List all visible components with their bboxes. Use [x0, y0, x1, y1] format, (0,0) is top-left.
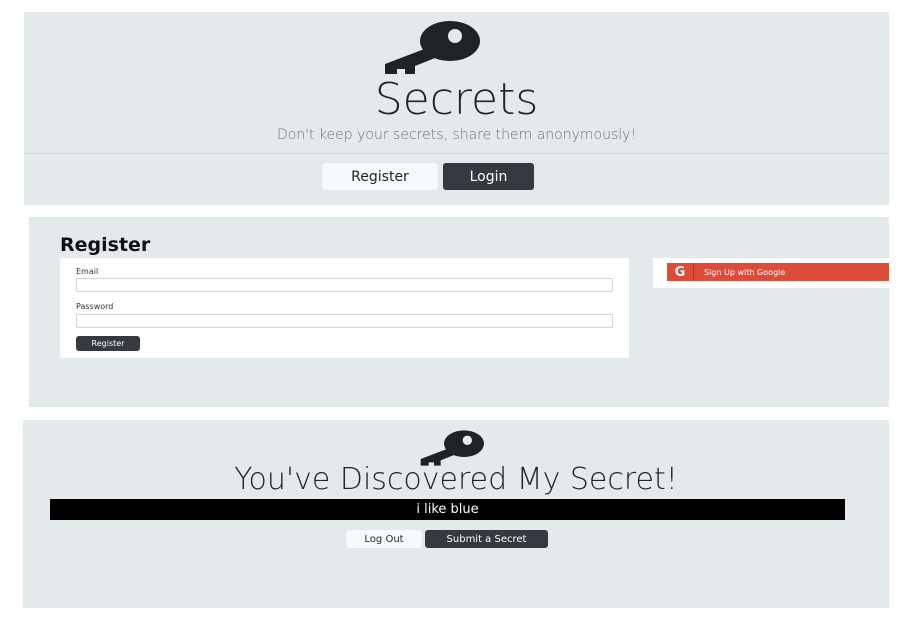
email-label: Email: [76, 267, 99, 276]
secret-text: i like blue: [50, 499, 845, 520]
logout-button[interactable]: Log Out: [346, 530, 422, 548]
login-button[interactable]: Login: [443, 163, 534, 190]
register-submit-button[interactable]: Register: [76, 336, 140, 351]
home-panel: Secrets Don't keep your secrets, share t…: [24, 12, 889, 205]
password-label: Password: [76, 302, 114, 311]
key-icon: [420, 430, 484, 466]
google-signup-label: Sign Up with Google: [704, 267, 786, 277]
page-title: Secrets: [374, 74, 539, 125]
secrets-panel: You've Discovered My Secret! i like blue…: [23, 420, 889, 608]
submit-secret-button[interactable]: Submit a Secret: [425, 530, 548, 548]
secrets-heading: You've Discovered My Secret!: [234, 462, 678, 497]
google-signup-card: G Sign Up with Google: [653, 258, 889, 288]
register-panel: Register Email Password Register G Sign …: [29, 217, 889, 407]
tagline: Don't keep your secrets, share them anon…: [276, 127, 637, 143]
password-field[interactable]: [76, 314, 613, 328]
key-icon: [385, 21, 480, 74]
divider: [24, 153, 889, 154]
register-form-card: Email Password Register: [60, 258, 629, 358]
email-field[interactable]: [76, 278, 613, 292]
google-icon: G: [667, 263, 694, 281]
register-button[interactable]: Register: [322, 163, 438, 190]
register-heading: Register: [60, 234, 151, 256]
google-signup-button[interactable]: G Sign Up with Google: [667, 263, 889, 281]
